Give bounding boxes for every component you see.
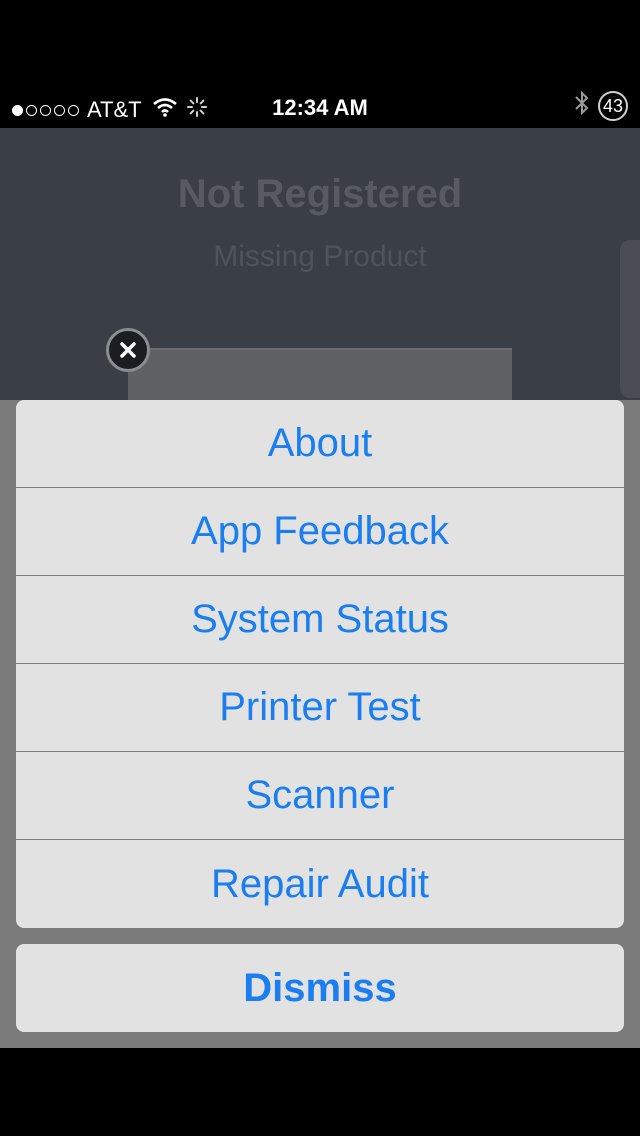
dismiss-button[interactable]: Dismiss [16, 944, 624, 1032]
background-subtitle: Missing Product [213, 240, 427, 273]
about-button[interactable]: About [16, 400, 624, 488]
printer-test-button[interactable]: Printer Test [16, 664, 624, 752]
action-sheet: About App Feedback System Status Printer… [16, 400, 624, 928]
battery-level-badge: 43 [598, 91, 628, 121]
scanner-button[interactable]: Scanner [16, 752, 624, 840]
system-status-button[interactable]: System Status [16, 576, 624, 664]
screen: AT&T 12:34 AM 43 Not Registered Missing … [0, 0, 640, 1136]
background-side-tab [620, 240, 640, 398]
close-icon [106, 328, 150, 372]
bluetooth-icon [574, 90, 590, 122]
background-title: Not Registered [177, 172, 463, 216]
status-bar: AT&T 12:34 AM 43 [0, 88, 640, 128]
app-feedback-button[interactable]: App Feedback [16, 488, 624, 576]
repair-audit-button[interactable]: Repair Audit [16, 840, 624, 928]
status-time: 12:34 AM [272, 95, 368, 120]
status-right: 43 [574, 90, 628, 122]
